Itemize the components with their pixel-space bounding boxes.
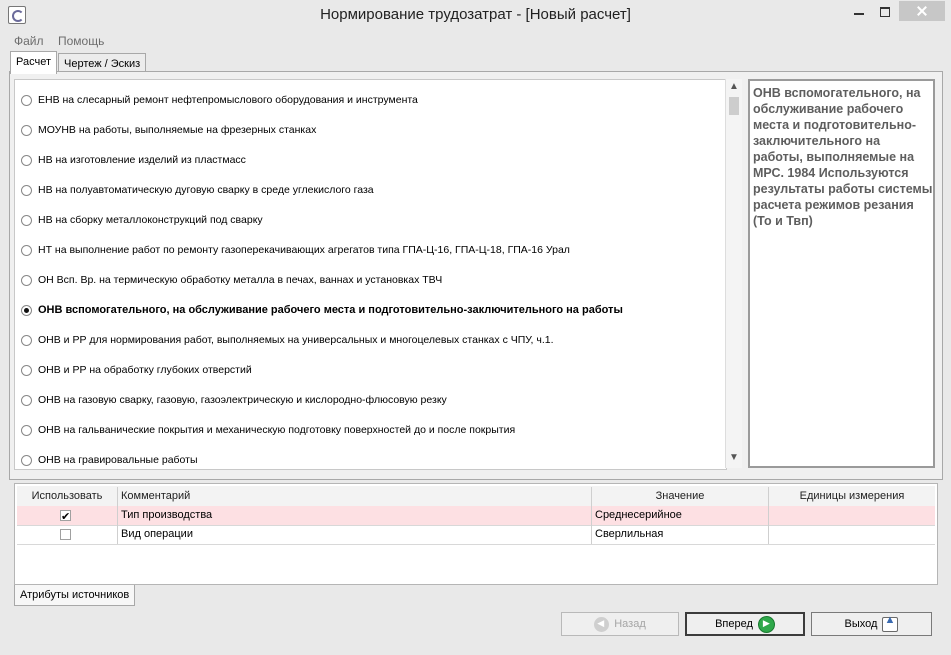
exit-button[interactable]: Выход [811,612,932,636]
radio-button[interactable] [21,214,32,226]
source-option[interactable]: НВ на сборку металлоконструкций под свар… [21,210,263,230]
tab-source-attributes[interactable]: Атрибуты источников [14,585,136,606]
source-option[interactable]: НВ на изготовление изделий из пластмасс [21,150,246,170]
back-button-label: Назад [614,618,646,630]
radio-button[interactable] [21,364,32,376]
value-cell[interactable]: Среднесерийное [592,506,769,525]
use-cell [17,506,118,527]
source-option-label: ОНВ и РР на обработку глубоких отверстий [38,364,252,376]
source-option-label: МОУНВ на работы, выполняемые на фрезерны… [38,124,317,136]
scrollbar-thumb[interactable] [729,97,739,115]
radio-button[interactable] [21,424,32,436]
source-option[interactable]: НТ на выполнение работ по ремонту газопе… [21,240,570,260]
radio-button[interactable] [21,124,32,136]
exit-button-label: Выход [844,618,878,630]
maximize-button[interactable] [873,2,897,22]
radio-button[interactable] [21,184,32,196]
window-title: Нормирование трудозатрат - [Новый расчет… [320,6,631,23]
use-cell [17,525,118,544]
title-bar: Нормирование трудозатрат - [Новый расчет… [0,0,951,31]
use-checkbox[interactable] [60,529,71,540]
forward-button-label: Вперед [715,618,753,630]
minimize-button[interactable] [847,2,871,22]
radio-button[interactable] [21,94,32,106]
source-option[interactable]: МОУНВ на работы, выполняемые на фрезерны… [21,120,316,140]
attributes-grid: Использовать Комментарий Значение Единиц… [14,483,938,585]
source-option-label: ОНВ и РР для нормирования работ, выполня… [38,334,554,346]
tab-calculation[interactable]: Расчет [10,51,57,74]
source-option-label: НВ на полуавтоматическую дуговую сварку … [38,184,374,196]
source-option-label: НВ на сборку металлоконструкций под свар… [38,214,263,226]
menu-help[interactable]: Помощь [58,34,104,48]
table-row[interactable]: Вид операции Сверлильная [17,525,935,545]
source-option-label: ОНВ вспомогательного, на обслуживание ра… [38,304,623,316]
unit-cell[interactable] [769,525,935,544]
use-checkbox[interactable] [60,508,71,527]
source-option[interactable]: НВ на полуавтоматическую дуговую сварку … [21,180,374,200]
menu-bar: Файл Помощь [0,31,951,49]
home-exit-icon [882,614,899,632]
source-option-label: НВ на изготовление изделий из пластмасс [38,154,246,166]
radio-button[interactable] [21,154,32,166]
column-header-comment[interactable]: Комментарий [118,487,592,506]
source-option-label: ОНВ на газовую сварку, газовую, газоэлек… [38,394,447,406]
chevron-up-icon[interactable]: ▲ [726,81,742,95]
source-option[interactable]: ОНВ и РР для нормирования работ, выполня… [21,330,554,350]
radio-button[interactable] [21,304,32,316]
source-list: ЕНВ на слесарный ремонт нефтепромысловог… [14,79,727,470]
source-option-label: НТ на выполнение работ по ремонту газопе… [38,244,570,256]
source-option-label: ОНВ на гравировальные работы [38,454,198,466]
source-option[interactable]: ОНВ вспомогательного, на обслуживание ра… [21,300,623,320]
radio-button[interactable] [21,244,32,256]
source-option[interactable]: ОНВ на гравировальные работы [21,450,198,469]
arrow-left-icon [594,616,610,632]
forward-button[interactable]: Вперед [685,612,805,636]
value-cell[interactable]: Сверлильная [592,525,769,544]
source-list-scrollbar[interactable]: ▲ ▼ [725,79,742,468]
back-button[interactable]: Назад [561,612,679,636]
chevron-down-icon[interactable]: ▼ [726,452,742,466]
radio-button[interactable] [21,454,32,466]
column-header-value[interactable]: Значение [592,487,769,506]
radio-button[interactable] [21,274,32,286]
source-option-label: ОНВ на гальванические покрытия и механич… [38,424,516,436]
column-header-use[interactable]: Использовать [17,487,118,506]
source-option-label: ЕНВ на слесарный ремонт нефтепромысловог… [38,94,418,106]
unit-cell[interactable] [769,506,935,525]
radio-button[interactable] [21,394,32,406]
source-option[interactable]: ОНВ и РР на обработку глубоких отверстий [21,360,252,380]
table-row[interactable]: Тип производстваСреднесерийное [17,506,935,527]
column-header-unit[interactable]: Единицы измерения [769,487,935,506]
arrow-right-icon [757,615,775,633]
menu-file[interactable]: Файл [14,34,44,48]
radio-button[interactable] [21,334,32,346]
source-option[interactable]: ОНВ на газовую сварку, газовую, газоэлек… [21,390,447,410]
comment-cell[interactable]: Тип производства [118,506,592,525]
source-option[interactable]: ОНВ на гальванические покрытия и механич… [21,420,515,440]
source-option[interactable]: ЕНВ на слесарный ремонт нефтепромысловог… [21,90,418,110]
close-button[interactable] [899,1,945,21]
description-panel: ОНВ вспомогательного, на обслуживание ра… [748,79,935,468]
description-text: ОНВ вспомогательного, на обслуживание ра… [753,86,933,228]
source-option[interactable]: ОН Всп. Вр. на термическую обработку мет… [21,270,442,290]
comment-cell[interactable]: Вид операции [118,525,592,544]
source-option-label: ОН Всп. Вр. на термическую обработку мет… [38,274,443,286]
